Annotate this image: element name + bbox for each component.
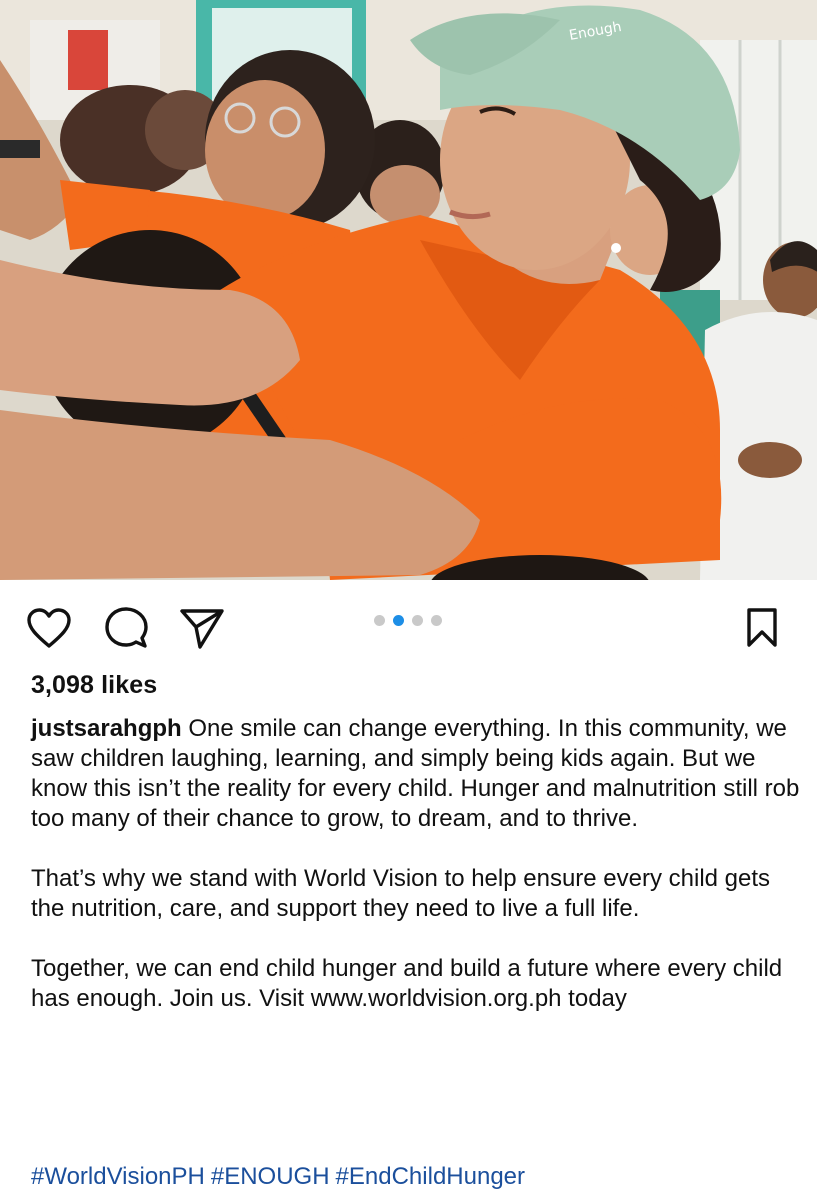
caption-paragraph-2: That’s why we stand with World Vision to… — [31, 865, 771, 922]
caption-paragraph-3: Together, we can end child hunger and bu… — [31, 955, 783, 1012]
carousel-dot-4 — [431, 615, 442, 626]
hashtag-list: #WorldVisionPH #ENOUGH #EndChildHunger — [31, 1162, 531, 1192]
bookmark-icon[interactable] — [738, 604, 786, 652]
post-action-bar — [0, 580, 817, 670]
heart-icon[interactable] — [25, 604, 73, 652]
post-photo[interactable]: Enough — [0, 0, 817, 580]
likes-count[interactable]: 3,098 likes — [31, 671, 157, 700]
hashtag-link[interactable]: #EndChildHunger — [336, 1163, 525, 1190]
carousel-indicator — [374, 615, 442, 626]
hashtag-link[interactable]: #ENOUGH — [211, 1163, 330, 1190]
caption-paragraph-1: justsarahgph One smile can change everyt… — [31, 714, 801, 834]
hashtag-link[interactable]: #WorldVisionPH — [31, 1163, 205, 1190]
carousel-dot-3 — [412, 615, 423, 626]
comment-bubble-icon[interactable] — [102, 604, 150, 652]
paper-plane-icon[interactable] — [178, 604, 226, 652]
post-caption: justsarahgph One smile can change everyt… — [31, 714, 801, 1044]
carousel-dot-1 — [374, 615, 385, 626]
post-username[interactable]: justsarahgph — [31, 715, 182, 742]
carousel-dot-2-active — [393, 615, 404, 626]
